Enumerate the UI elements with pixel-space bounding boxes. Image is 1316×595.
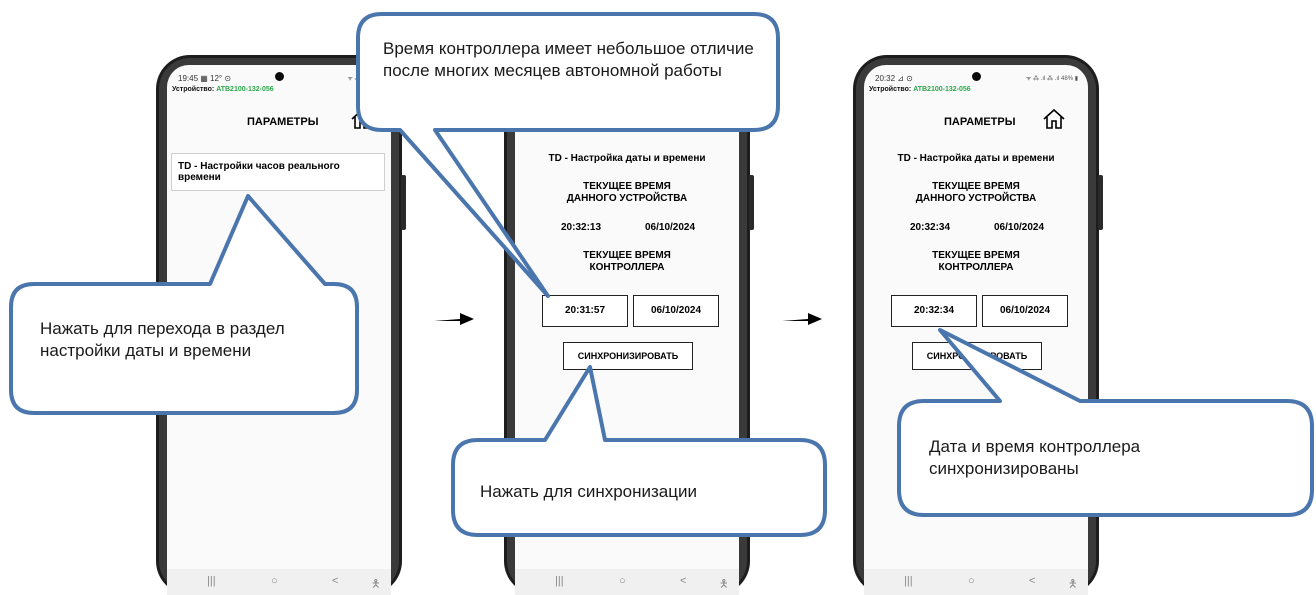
- page-title: ПАРАМЕТРЫ: [247, 116, 319, 128]
- side-button: [1098, 175, 1103, 230]
- controller-time-label-line2: КОНТРОЛЛЕРА: [938, 262, 1014, 273]
- controller-time-label-line1: ТЕКУЩЕЕ ВРЕМЯ: [583, 250, 671, 261]
- status-time: 20:32 ⊿ ⊙: [875, 74, 913, 83]
- back-icon[interactable]: <: [680, 575, 686, 587]
- page-title: ПАРАМЕТРЫ: [944, 116, 1016, 128]
- accessibility-icon[interactable]: 🯅: [719, 575, 729, 594]
- device-date-value: 06/10/2024: [645, 222, 696, 233]
- recents-icon[interactable]: |||: [207, 575, 216, 587]
- controller-date-box: 06/10/2024: [982, 295, 1068, 327]
- device-label: Устройство:: [172, 86, 215, 93]
- navbar: ||| ○ < 🯅: [167, 569, 391, 595]
- device-time-label: ТЕКУЩЕЕ ВРЕМЯ ДАННОГО УСТРОЙСТВА: [864, 181, 1088, 205]
- callout-left-text: Нажать для перехода в раздел настройки д…: [40, 319, 285, 360]
- controller-time-box: 20:32:34: [891, 295, 977, 327]
- home-nav-icon[interactable]: ○: [619, 575, 626, 587]
- device-line: Устройство: ATB2100-132-056: [172, 86, 274, 93]
- status-icons: ᯤ ⁂ .ıl ⁂ .ıl 48% ▮: [1025, 76, 1078, 82]
- device-id: ATB2100-132-056: [913, 86, 971, 93]
- flow-arrow-2: [782, 313, 822, 325]
- status-bar: 20:32 ⊿ ⊙ ᯤ ⁂ .ıl ⁂ .ıl 48% ▮: [864, 65, 1088, 87]
- recents-icon[interactable]: |||: [904, 575, 913, 587]
- sync-button[interactable]: СИНХРОНИЗИРОВАТЬ: [563, 342, 693, 370]
- phone-2-screen: TD - Настройка даты и времени ТЕКУЩЕЕ ВР…: [515, 65, 739, 595]
- accessibility-icon[interactable]: 🯅: [371, 575, 381, 594]
- accessibility-icon[interactable]: 🯅: [1068, 575, 1078, 594]
- home-icon[interactable]: [1042, 107, 1066, 131]
- back-icon[interactable]: <: [332, 575, 338, 587]
- device-time-label: ТЕКУЩЕЕ ВРЕМЯ ДАННОГО УСТРОЙСТВА: [515, 181, 739, 205]
- flow-arrow-1: [434, 313, 474, 325]
- navbar: ||| ○ < 🯅: [864, 569, 1088, 595]
- recents-icon[interactable]: |||: [555, 575, 564, 587]
- device-time-value: 20:32:34: [910, 222, 951, 233]
- phone-3: 20:32 ⊿ ⊙ ᯤ ⁂ .ıl ⁂ .ıl 48% ▮ Устройство…: [853, 55, 1103, 595]
- callout-top-text: Время контроллера имеет небольшое отличи…: [383, 39, 754, 80]
- phone-2: TD - Настройка даты и времени ТЕКУЩЕЕ ВР…: [504, 55, 754, 595]
- navbar: ||| ○ < 🯅: [515, 569, 739, 595]
- sync-button[interactable]: СИНХРОНИЗИРОВАТЬ: [912, 342, 1042, 370]
- status-icons: ᯤ ⁂ .ıl ⁂ .ıl: [347, 76, 381, 82]
- device-label: Устройство:: [869, 86, 912, 93]
- controller-date-box: 06/10/2024: [633, 295, 719, 327]
- callout-middle-text: Нажать для синхронизации: [480, 482, 697, 501]
- front-camera: [275, 72, 284, 81]
- status-bar: 19:45 ▦ 12° ⊙ ᯤ ⁂ .ıl ⁂ .ıl: [167, 65, 391, 87]
- device-line: Устройство: ATB2100-132-056: [869, 86, 971, 93]
- side-button: [749, 175, 754, 230]
- back-icon[interactable]: <: [1029, 575, 1035, 587]
- device-id: ATB2100-132-056: [216, 86, 274, 93]
- home-nav-icon[interactable]: ○: [968, 575, 975, 587]
- device-time-value: 20:32:13: [561, 222, 602, 233]
- controller-time-box: 20:31:57: [542, 295, 628, 327]
- device-date-value: 06/10/2024: [994, 222, 1045, 233]
- callout-right-text: Дата и время контроллера синхронизирован…: [929, 437, 1141, 478]
- home-icon[interactable]: [350, 107, 374, 131]
- controller-time-label-line1: ТЕКУЩЕЕ ВРЕМЯ: [932, 250, 1020, 261]
- side-button: [401, 175, 406, 230]
- phone-3-screen: 20:32 ⊿ ⊙ ᯤ ⁂ .ıl ⁂ .ıl 48% ▮ Устройство…: [864, 65, 1088, 595]
- device-time-label-line1: ТЕКУЩЕЕ ВРЕМЯ: [932, 181, 1020, 192]
- status-time: 19:45 ▦ 12° ⊙: [178, 74, 232, 83]
- controller-time-label: ТЕКУЩЕЕ ВРЕМЯ КОНТРОЛЛЕРА: [515, 250, 739, 274]
- controller-time-label-line2: КОНТРОЛЛЕРА: [589, 262, 665, 273]
- home-nav-icon[interactable]: ○: [271, 575, 278, 587]
- section-title: TD - Настройка даты и времени: [548, 153, 706, 164]
- front-camera: [972, 72, 981, 81]
- menu-item-td-rtc[interactable]: TD - Настройки часов реального времени: [171, 153, 385, 191]
- device-time-label-line2: ДАННОГО УСТРОЙСТВА: [566, 193, 688, 204]
- device-time-label-line1: ТЕКУЩЕЕ ВРЕМЯ: [583, 181, 671, 192]
- controller-time-label: ТЕКУЩЕЕ ВРЕМЯ КОНТРОЛЛЕРА: [864, 250, 1088, 274]
- device-time-label-line2: ДАННОГО УСТРОЙСТВА: [915, 193, 1037, 204]
- section-title: TD - Настройка даты и времени: [897, 153, 1055, 164]
